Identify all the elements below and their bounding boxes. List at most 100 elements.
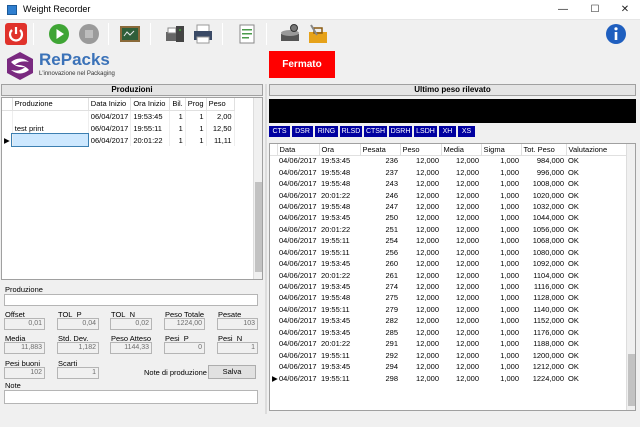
cell[interactable]: 04/06/2017 [277, 338, 319, 349]
tools-button[interactable] [306, 22, 330, 46]
cell[interactable]: 06/04/2017 [88, 110, 132, 122]
cell[interactable]: 1 [169, 134, 186, 146]
cell[interactable]: 04/06/2017 [277, 304, 319, 315]
produzioni-grid[interactable]: Produzione Data Inizio Ora Inizio Bil. P… [1, 97, 263, 280]
table-row[interactable]: 04/06/2017 19:55:48 275 12,000 12,000 1,000 11… [270, 292, 626, 303]
cell[interactable]: 12,000 [441, 327, 481, 338]
cell[interactable]: OK [566, 281, 626, 292]
cell[interactable]: 1092,000 [521, 258, 566, 269]
cell[interactable]: 06/04/2017 [88, 134, 132, 146]
cell[interactable]: 20:01:22 [319, 338, 360, 349]
cell[interactable]: OK [566, 166, 626, 177]
cell[interactable]: 1,000 [481, 269, 521, 280]
cell[interactable]: 1,000 [481, 372, 521, 383]
info-button[interactable] [604, 22, 628, 46]
cell[interactable]: 260 [360, 258, 400, 269]
cell[interactable]: 19:55:48 [319, 178, 360, 189]
cell[interactable]: 12,000 [400, 292, 441, 303]
cell[interactable]: 1,000 [481, 201, 521, 212]
cell[interactable]: 1 [185, 122, 207, 134]
cell[interactable]: 19:55:11 [319, 247, 360, 258]
column-header[interactable]: Tot. Peso [521, 144, 567, 156]
cell[interactable]: OK [566, 258, 626, 269]
cell[interactable]: 1,000 [481, 258, 521, 269]
cell[interactable]: 12,000 [400, 315, 441, 326]
column-header[interactable]: Pesata [360, 144, 401, 156]
cell[interactable]: 19:55:11 [319, 304, 360, 315]
table-row[interactable]: 04/06/2017 19:53:45 285 12,000 12,000 1,000 11… [270, 327, 626, 338]
print-server-button[interactable] [163, 22, 187, 46]
column-header[interactable]: Media [441, 144, 482, 156]
table-row[interactable]: 04/06/2017 19:53:45 250 12,000 12,000 1,000 10… [270, 212, 626, 223]
cell[interactable]: 1068,000 [521, 235, 566, 246]
table-row[interactable]: 04/06/2017 19:53:45 282 12,000 12,000 1,000 11… [270, 315, 626, 326]
cell[interactable]: 1128,000 [521, 292, 566, 303]
cell[interactable]: 04/06/2017 [277, 372, 319, 383]
cell[interactable]: 19:55:11 [130, 122, 171, 134]
cell[interactable]: 19:53:45 [319, 315, 360, 326]
cell[interactable]: 1,000 [481, 212, 521, 223]
cell[interactable]: 1,000 [481, 281, 521, 292]
printer-button[interactable] [191, 22, 215, 46]
cell[interactable]: OK [566, 224, 626, 235]
cell[interactable]: 279 [360, 304, 400, 315]
cell[interactable]: 04/06/2017 [277, 361, 319, 372]
cell[interactable]: 19:55:48 [319, 201, 360, 212]
cell[interactable]: 1044,000 [521, 212, 566, 223]
cell[interactable]: 1,000 [481, 327, 521, 338]
cell[interactable]: 254 [360, 235, 400, 246]
cell[interactable]: 1,000 [481, 304, 521, 315]
cell[interactable]: 19:53:45 [319, 258, 360, 269]
scale-settings-button[interactable] [278, 22, 302, 46]
cell[interactable]: 261 [360, 269, 400, 280]
scrollbar-thumb[interactable] [628, 354, 635, 406]
cell[interactable]: 19:55:48 [319, 292, 360, 303]
cell[interactable]: 12,000 [441, 361, 481, 372]
salva-button[interactable]: Salva [208, 365, 256, 379]
cell[interactable]: 1080,000 [521, 247, 566, 258]
cell[interactable]: 256 [360, 247, 400, 258]
cell[interactable]: test print [12, 122, 89, 134]
cell[interactable]: 282 [360, 315, 400, 326]
cell[interactable]: 12,000 [441, 304, 481, 315]
cell[interactable]: 1188,000 [521, 338, 566, 349]
table-row[interactable]: 04/06/2017 19:55:48 237 12,000 12,000 1,000 99… [270, 166, 626, 177]
cell[interactable]: 250 [360, 212, 400, 223]
column-header[interactable]: Peso [400, 144, 442, 156]
cell[interactable]: OK [566, 349, 626, 360]
panel-splitter[interactable] [265, 84, 267, 414]
cell[interactable]: 04/06/2017 [277, 178, 319, 189]
cell[interactable]: 237 [360, 166, 400, 177]
cell[interactable]: 12,000 [441, 315, 481, 326]
cell[interactable]: 12,000 [441, 372, 481, 383]
cell[interactable]: 19:55:11 [319, 235, 360, 246]
cell[interactable]: 12,000 [400, 178, 441, 189]
minimize-button[interactable]: — [548, 0, 578, 20]
cell[interactable]: 1,000 [481, 315, 521, 326]
cell[interactable]: 291 [360, 338, 400, 349]
weights-grid[interactable]: Data Ora Pesata Peso Media Sigma Tot. Pe… [269, 143, 636, 411]
cell[interactable]: 04/06/2017 [277, 292, 319, 303]
cell[interactable]: 04/06/2017 [277, 189, 319, 200]
table-row[interactable]: 06/04/2017 19:53:45 1 1 2,00 [2, 110, 235, 122]
cell[interactable]: 19:53:45 [319, 361, 360, 372]
table-row[interactable]: 04/06/2017 19:55:11 256 12,000 12,000 1,000 10… [270, 247, 626, 258]
stop-button[interactable] [77, 22, 101, 46]
cell[interactable]: 1,000 [481, 292, 521, 303]
column-header[interactable]: Data Inizio [88, 98, 132, 111]
cell[interactable]: 1008,000 [521, 178, 566, 189]
cell[interactable]: 12,000 [400, 224, 441, 235]
cell[interactable]: 04/06/2017 [277, 212, 319, 223]
cell[interactable]: 12,000 [400, 281, 441, 292]
cell[interactable]: 12,000 [441, 201, 481, 212]
cell[interactable]: 2,00 [206, 110, 235, 122]
cell[interactable]: 1056,000 [521, 224, 566, 235]
cell[interactable]: 1 [185, 134, 207, 146]
cell[interactable]: OK [566, 235, 626, 246]
column-header[interactable]: Ora [319, 144, 361, 156]
table-row[interactable]: 04/06/2017 19:53:45 236 12,000 12,000 1,000 98… [270, 155, 626, 166]
cell[interactable]: 1,000 [481, 338, 521, 349]
table-row[interactable]: 04/06/2017 20:01:22 251 12,000 12,000 1,000 10… [270, 224, 626, 235]
column-header[interactable]: Prog [185, 98, 207, 111]
cell[interactable]: 04/06/2017 [277, 224, 319, 235]
